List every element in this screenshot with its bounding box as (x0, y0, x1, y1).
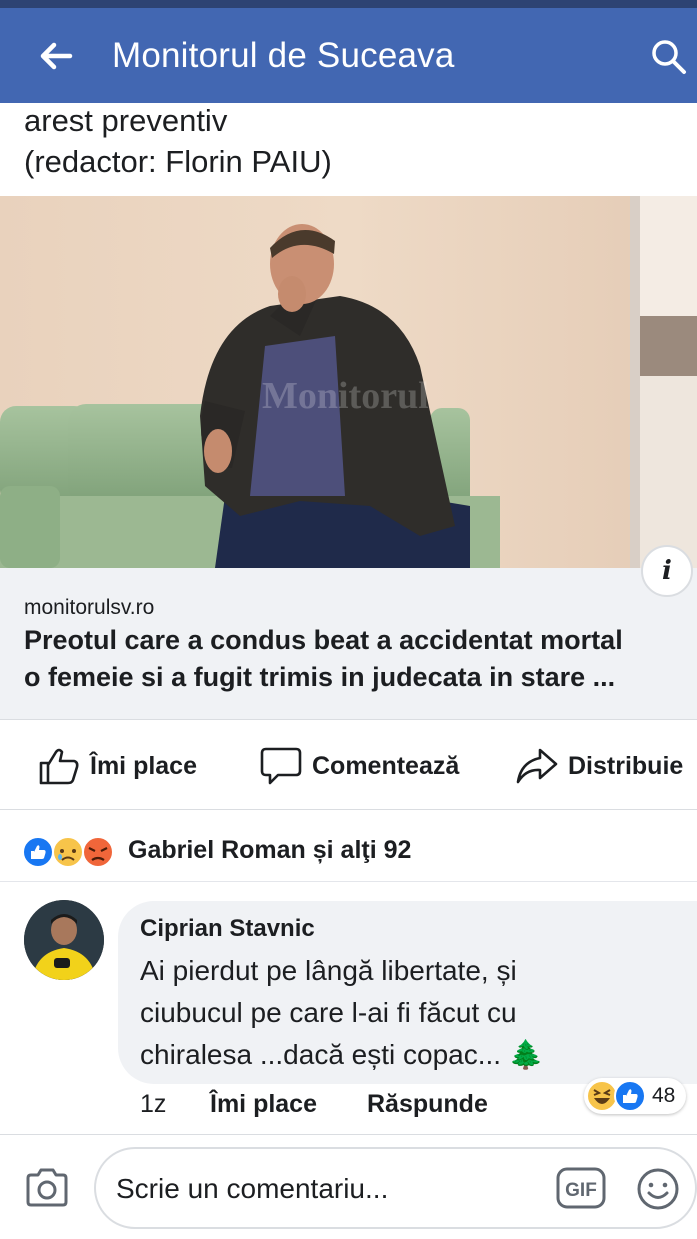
search-icon (652, 40, 686, 74)
post-actions: Îmi place Comentează Distribuie (0, 722, 697, 810)
haha-reaction-icon (586, 1080, 618, 1112)
comment-reaction-icons (586, 1080, 646, 1112)
post-text-line: arest preventiv (24, 103, 228, 138)
comment-reply-button[interactable]: Răspunde (367, 1090, 488, 1119)
arrow-left-icon (40, 42, 73, 70)
gif-button[interactable]: GIF (556, 1167, 606, 1209)
comment-author[interactable]: Ciprian Stavnic (140, 915, 315, 943)
status-bar (0, 0, 697, 8)
like-reaction-icon (22, 836, 54, 868)
info-button[interactable]: i (641, 545, 693, 597)
angry-reaction-icon (82, 836, 114, 868)
gif-label: GIF (565, 1180, 597, 1201)
comment-input-placeholder: Scrie un comentariu... (116, 1173, 389, 1204)
comment-text: Ai pierdut pe lângă libertate, și ciubuc… (140, 950, 590, 1076)
comment-like-button[interactable]: Îmi place (210, 1090, 317, 1119)
like-reaction-icon (614, 1080, 646, 1112)
comment-button[interactable]: Comentează (260, 744, 459, 788)
link-domain: monitorulsv.ro (24, 596, 155, 619)
link-title-line: o femeie si a fugit trimis in judecata i… (24, 662, 616, 692)
camera-icon (26, 1168, 68, 1207)
reaction-icons (22, 836, 114, 868)
comment-composer: Scrie un comentariu... GIF (0, 1134, 697, 1239)
back-button[interactable] (34, 34, 78, 78)
post-photo[interactable]: Monitorul (0, 196, 697, 568)
link-title-line: Preotul care a condus beat a accidentat … (24, 625, 623, 655)
comment-icon (260, 747, 302, 785)
comment-text-line: Ai pierdut pe lângă libertate, și (140, 955, 517, 986)
page-title: Monitorul de Suceava (112, 36, 455, 75)
post-text: arest preventiv (redactor: Florin PAIU) (24, 100, 332, 182)
reactions-text: Gabriel Roman și alţi 92 (128, 836, 412, 864)
avatar[interactable] (24, 900, 104, 980)
comment-text-line: ciubucul pe care l-ai fi făcut cu (140, 997, 517, 1028)
comment-text-line: chiralesa ...dacă ești copac... 🌲 (140, 1039, 544, 1070)
link-title[interactable]: Preotul care a condus beat a accidentat … (24, 622, 697, 696)
like-button[interactable]: Îmi place (38, 744, 197, 788)
post-text-line: (redactor: Florin PAIU) (24, 144, 332, 179)
like-label: Îmi place (90, 751, 197, 780)
share-label: Distribuie (568, 751, 684, 780)
reactions-summary[interactable]: Gabriel Roman și alţi 92 (0, 812, 697, 882)
share-icon (516, 748, 558, 784)
gif-icon: GIF (556, 1167, 606, 1209)
search-button[interactable] (648, 36, 692, 80)
comment-label: Comentează (312, 751, 460, 780)
thumbs-up-icon (39, 748, 79, 785)
app-header: Monitorul de Suceava (0, 8, 697, 103)
photo-watermark: Monitorul (262, 375, 429, 417)
emoji-button[interactable] (636, 1167, 680, 1211)
photo-image: Monitorul (0, 196, 697, 568)
comment-reaction-count: 48 (652, 1084, 676, 1107)
comment-reactions[interactable]: 48 (584, 1078, 686, 1114)
camera-button[interactable] (24, 1165, 70, 1211)
sad-reaction-icon (52, 836, 84, 868)
share-button[interactable]: Distribuie (516, 744, 683, 788)
comment-time: 1z (140, 1090, 167, 1118)
emoji-icon (637, 1168, 679, 1210)
avatar-image (24, 900, 104, 980)
